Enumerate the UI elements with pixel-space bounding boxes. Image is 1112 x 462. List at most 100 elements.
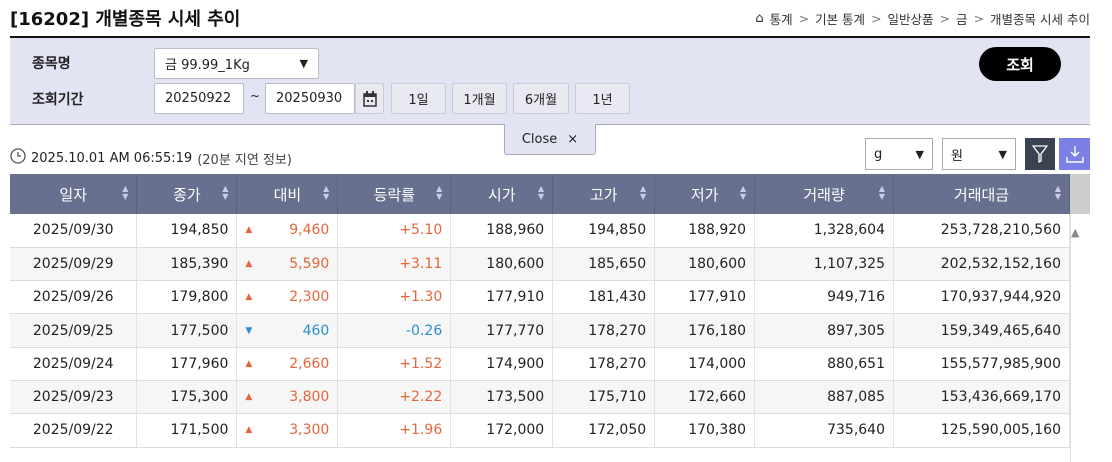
timestamp-text: 2025.10.01 AM 06:55:19 xyxy=(31,150,193,166)
clock-icon xyxy=(10,148,26,168)
table-row[interactable]: 2025/09/29 185,390 ▲ 5,590 +3.11 180,600 … xyxy=(10,247,1070,282)
currency-select[interactable]: 원 ▼ xyxy=(942,138,1016,170)
column-header[interactable]: 저가 ▲ ▼ xyxy=(654,174,756,214)
end-date-input[interactable]: 20250930 xyxy=(265,83,355,114)
breadcrumb: ⌂ 통계 > 기본 통계 > 일반상품 > 금 > 개별종목 시세 추이 xyxy=(755,9,1090,28)
column-header[interactable]: 종가 ▲ ▼ xyxy=(136,174,238,214)
caret-down-icon: ▼ xyxy=(915,147,924,161)
sort-icon[interactable]: ▲ ▼ xyxy=(222,185,228,201)
open-cell: 177,910 xyxy=(450,280,554,315)
currency-value: 원 xyxy=(951,148,963,164)
low-cell: 180,600 xyxy=(654,247,756,282)
column-header-label: 대비 xyxy=(273,185,302,204)
sort-icon[interactable]: ▲ ▼ xyxy=(323,185,329,201)
price-table: 일자 ▲ ▼ 종가 ▲ ▼ 대비 ▲ ▼ 등락률 ▲ ▼ 시가 ▲ ▼ 고가 ▲ ▼ 저가 ▲ ▼ 거래량 ▲ ▼ 거래대금 ▲ ▼… xyxy=(10,174,1070,448)
open-cell: 188,960 xyxy=(450,214,554,248)
table-row[interactable]: 2025/09/25 177,500 ▼ 460 -0.26 177,770 17… xyxy=(10,313,1070,348)
volume-cell: 1,328,604 xyxy=(754,214,894,248)
delay-note: (20분 지연 정보) xyxy=(197,152,292,168)
table-row[interactable]: 2025/09/24 177,960 ▲ 2,660 +1.52 174,900 … xyxy=(10,347,1070,381)
close-cell: 171,500 xyxy=(136,413,238,448)
column-header[interactable]: 거래대금 ▲ ▼ xyxy=(893,174,1070,214)
chevron-right-icon: > xyxy=(973,11,985,26)
column-header[interactable]: 대비 ▲ ▼ xyxy=(236,174,339,214)
period-6m-button[interactable]: 6개월 xyxy=(513,83,569,114)
date-cell: 2025/09/29 xyxy=(10,247,138,282)
filter-icon[interactable] xyxy=(1025,138,1055,170)
high-cell: 175,710 xyxy=(552,380,656,415)
scroll-up-icon[interactable]: ▲ xyxy=(1071,226,1079,239)
sort-icon[interactable]: ▲ ▼ xyxy=(538,185,544,201)
close-cell: 185,390 xyxy=(136,247,238,282)
chevron-right-icon: > xyxy=(871,11,882,26)
breadcrumb-item[interactable]: 기본 통계 xyxy=(815,9,865,28)
item-select[interactable]: 금 99.99_1Kg ▼ xyxy=(154,48,319,79)
volume-cell: 880,651 xyxy=(754,347,894,381)
start-date-input[interactable]: 20250922 xyxy=(154,83,244,114)
column-header[interactable]: 고가 ▲ ▼ xyxy=(552,174,656,214)
caret-down-icon: ▼ xyxy=(998,147,1007,161)
download-icon[interactable] xyxy=(1059,138,1090,170)
timestamp: 2025.10.01 AM 06:55:19 (20분 지연 정보) xyxy=(10,148,292,168)
sort-icon[interactable]: ▲ ▼ xyxy=(436,185,442,201)
calendar-icon[interactable] xyxy=(355,83,384,114)
table-row[interactable]: 2025/09/30 194,850 ▲ 9,460 +5.10 188,960 … xyxy=(10,214,1070,248)
change-cell: ▼ 460 xyxy=(236,313,339,348)
change-value: 9,460 xyxy=(289,222,330,239)
search-button[interactable]: 조회 xyxy=(979,47,1061,81)
date-cell: 2025/09/22 xyxy=(10,413,138,448)
sort-icon[interactable]: ▲ ▼ xyxy=(640,185,646,201)
change-cell: ▲ 2,300 xyxy=(236,280,339,315)
tilde: ~ xyxy=(250,89,261,103)
scrollbar-thumb[interactable] xyxy=(1070,174,1090,214)
low-cell: 170,380 xyxy=(654,413,756,448)
unit-select[interactable]: g ▼ xyxy=(865,138,933,170)
high-cell: 172,050 xyxy=(552,413,656,448)
close-cell: 177,500 xyxy=(136,313,238,348)
sort-icon[interactable]: ▲ ▼ xyxy=(879,185,885,201)
change-value: 5,590 xyxy=(289,255,330,272)
change-cell: ▲ 5,590 xyxy=(236,247,339,282)
low-cell: 177,910 xyxy=(654,280,756,315)
period-1d-button[interactable]: 1일 xyxy=(391,83,446,114)
sort-icon[interactable]: ▲ ▼ xyxy=(1055,185,1061,201)
close-panel-button[interactable]: Close × xyxy=(504,124,596,155)
period-1m-button[interactable]: 1개월 xyxy=(452,83,507,114)
value-cell: 170,937,944,920 xyxy=(893,280,1070,315)
breadcrumb-item[interactable]: 개별종목 시세 추이 xyxy=(990,9,1090,28)
close-cell: 175,300 xyxy=(136,380,238,415)
breadcrumb-item[interactable]: 금 xyxy=(956,9,968,28)
arrow-up-icon: ▲ xyxy=(245,358,253,369)
table-row[interactable]: 2025/09/26 179,800 ▲ 2,300 +1.30 177,910 … xyxy=(10,280,1070,315)
value-cell: 253,728,210,560 xyxy=(893,214,1070,248)
breadcrumb-item[interactable]: 통계 xyxy=(770,9,793,28)
volume-cell: 735,640 xyxy=(754,413,894,448)
unit-value: g xyxy=(874,146,883,162)
home-icon[interactable]: ⌂ xyxy=(755,11,763,26)
change-value: 3,800 xyxy=(289,389,330,406)
sort-icon[interactable]: ▲ ▼ xyxy=(740,185,746,201)
volume-cell: 1,107,325 xyxy=(754,247,894,282)
table-row[interactable]: 2025/09/23 175,300 ▲ 3,800 +2.22 173,500 … xyxy=(10,380,1070,415)
arrow-up-icon: ▲ xyxy=(245,258,253,269)
volume-cell: 897,305 xyxy=(754,313,894,348)
column-header-label: 등락률 xyxy=(373,185,415,204)
column-header[interactable]: 시가 ▲ ▼ xyxy=(450,174,554,214)
change-rate-cell: +2.22 xyxy=(337,380,452,415)
period-1y-button[interactable]: 1년 xyxy=(575,83,630,114)
high-cell: 181,430 xyxy=(552,280,656,315)
table-row[interactable]: 2025/09/22 171,500 ▲ 3,300 +1.96 172,000 … xyxy=(10,413,1070,448)
column-header[interactable]: 등락률 ▲ ▼ xyxy=(337,174,452,214)
page-title: [16202] 개별종목 시세 추이 xyxy=(10,9,241,30)
high-cell: 178,270 xyxy=(552,347,656,381)
item-select-value: 금 99.99_1Kg xyxy=(165,58,250,73)
scrollbar[interactable] xyxy=(1070,174,1090,462)
arrow-up-icon: ▲ xyxy=(245,425,253,436)
sort-icon[interactable]: ▲ ▼ xyxy=(122,185,128,201)
volume-cell: 887,085 xyxy=(754,380,894,415)
change-value: 2,660 xyxy=(289,355,330,372)
column-header[interactable]: 거래량 ▲ ▼ xyxy=(754,174,894,214)
open-cell: 172,000 xyxy=(450,413,554,448)
breadcrumb-item[interactable]: 일반상품 xyxy=(888,9,934,28)
column-header[interactable]: 일자 ▲ ▼ xyxy=(10,174,138,214)
